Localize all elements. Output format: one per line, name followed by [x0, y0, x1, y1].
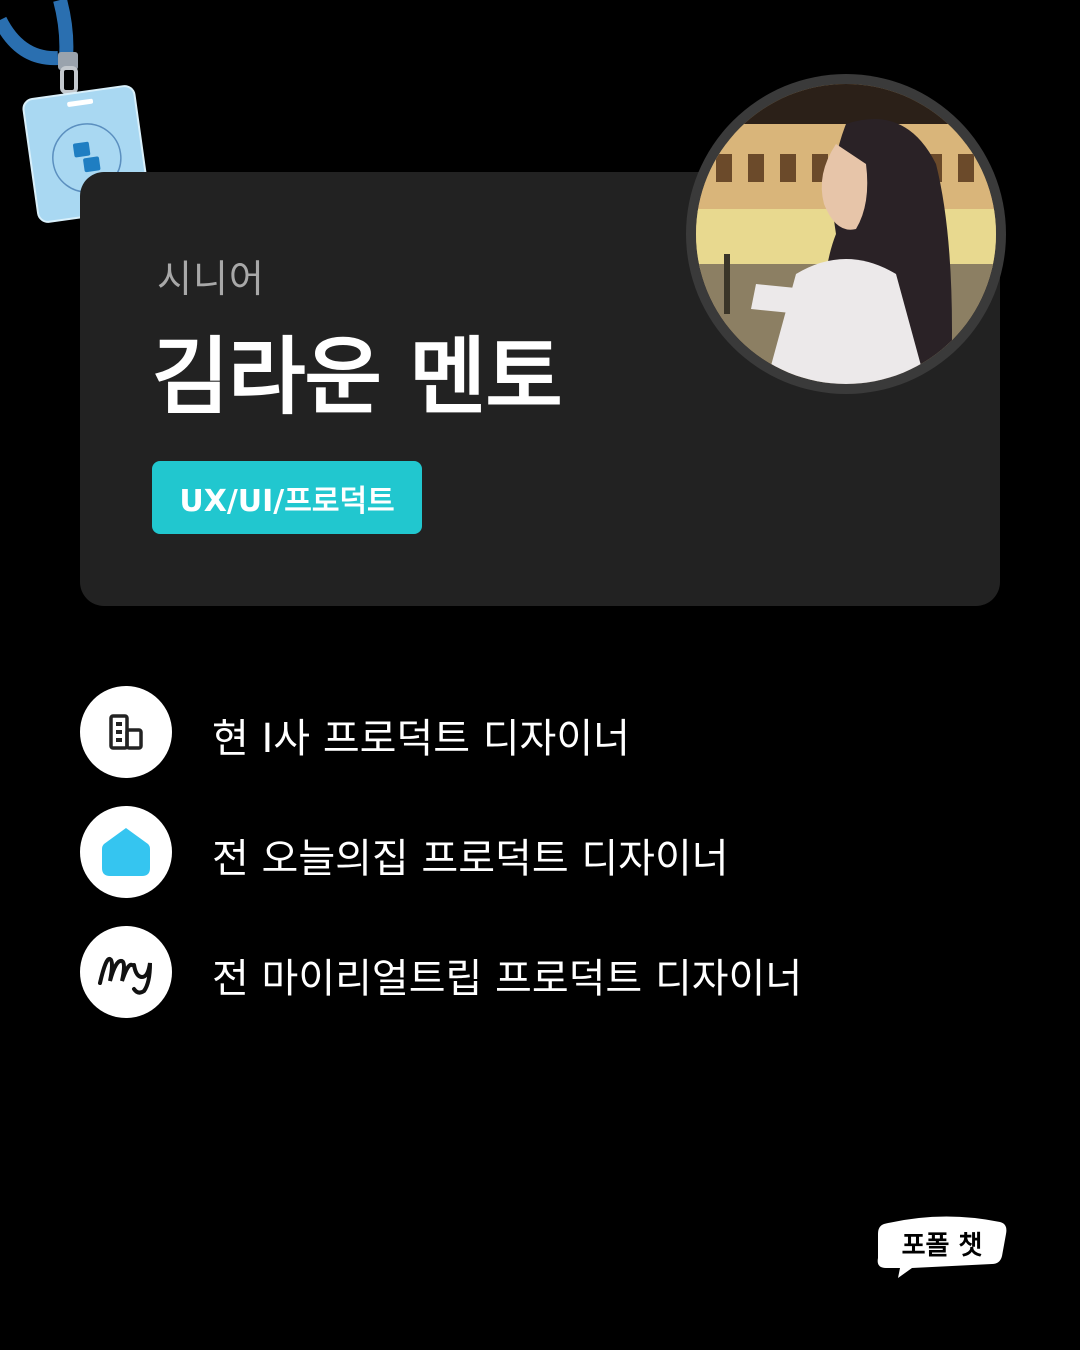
category-tag: UX/UI/프로덕트: [152, 461, 422, 534]
career-text: 전 오늘의집 프로덕트 디자이너: [212, 836, 729, 882]
company-logo: [80, 926, 172, 1018]
mentor-avatar: [686, 74, 1006, 394]
mentor-name: 김라운 멘토: [152, 328, 563, 426]
career-item: 전 마이리얼트립 프로덕트 디자이너: [80, 926, 980, 1018]
brand-logo: 포폴 챗: [872, 1212, 1012, 1282]
mentor-level: 시니어: [157, 257, 265, 301]
company-logo: [80, 686, 172, 778]
career-text: 전 마이리얼트립 프로덕트 디자이너: [212, 956, 803, 1002]
company-logo: [80, 806, 172, 898]
profile-photo: [696, 84, 996, 384]
career-item: 현 I사 프로덕트 디자이너: [80, 686, 980, 778]
brand-logo-text: 포폴 챗: [902, 1231, 983, 1261]
ohouse-logo-icon: [102, 828, 150, 876]
building-icon: [109, 714, 143, 750]
speech-bubble-logo-icon: 포폴 챗: [877, 1216, 1007, 1278]
career-text: 현 I사 프로덕트 디자이너: [212, 716, 630, 762]
myrealtrip-logo-icon: [98, 956, 152, 995]
career-item: 전 오늘의집 프로덕트 디자이너: [80, 806, 980, 898]
